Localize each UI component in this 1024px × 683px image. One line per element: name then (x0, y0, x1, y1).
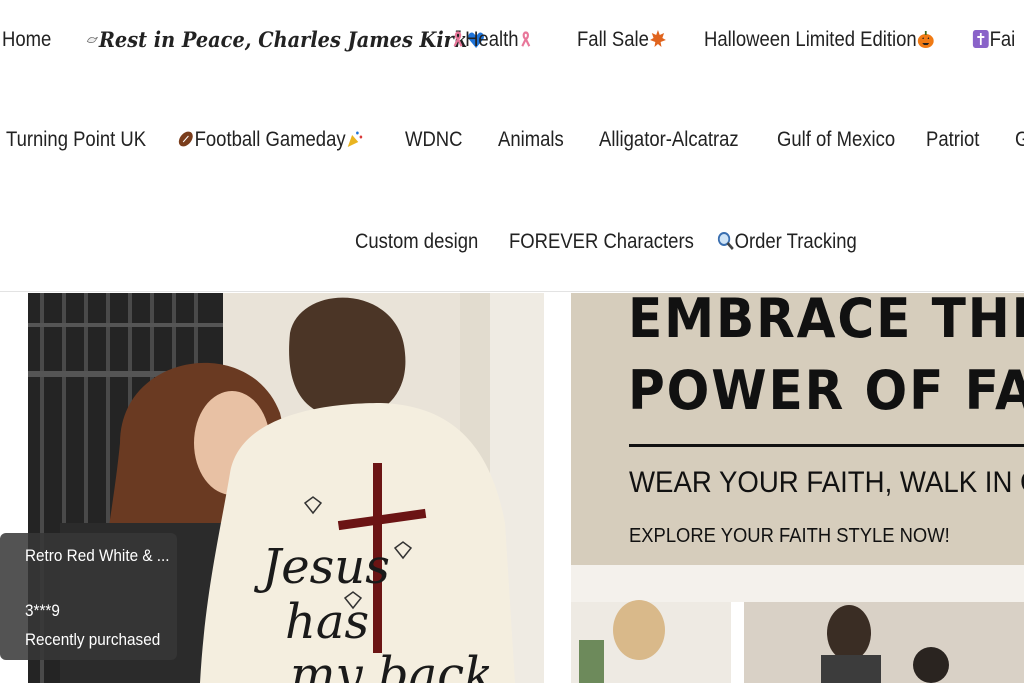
banner-subline: WEAR YOUR FAITH, WALK IN GR (629, 466, 1024, 499)
dove-icon (86, 36, 98, 43)
nav-halloween[interactable]: Halloween Limited Edition (704, 20, 934, 60)
pink-ribbon-icon (453, 31, 463, 47)
party-popper-icon (347, 131, 362, 147)
nav-patriot[interactable]: Patriot (926, 120, 979, 160)
hero-banner-embrace-faith[interactable]: EMBRACE THE POWER OF FAIT WEAR YOUR FAIT… (571, 293, 1024, 683)
pumpkin-icon (917, 31, 934, 48)
nav-row-2: Turning Point UK Football Gameday WDNC A… (0, 120, 1024, 160)
nav-alligator-alcatraz[interactable]: Alligator-Alcatraz (599, 120, 739, 160)
nav-gulf-of-mexico[interactable]: Gulf of Mexico (777, 120, 895, 160)
nav-rest-in-peace[interactable]: Rest in Peace, Charles James Kirk (86, 20, 486, 60)
explore-faith-style-link[interactable]: EXPLORE YOUR FAITH STYLE NOW! (629, 525, 950, 548)
headline-rule (629, 444, 1024, 447)
nav-fall-sale[interactable]: Fall Sale (577, 20, 666, 60)
popup-product-title[interactable]: Retro Red White & ... (25, 546, 170, 566)
popup-status: Recently purchased (25, 630, 161, 649)
nav-row-3: Custom design FOREVER Characters Order T… (0, 222, 1024, 262)
nav-order-tracking-label: Order Tracking (734, 230, 857, 253)
header-divider (0, 291, 1024, 292)
banner-photo-strip (571, 565, 1024, 683)
nav-rest-in-peace-label: Rest in Peace, Charles James Kirk (98, 27, 468, 52)
pink-ribbon-icon (521, 31, 530, 47)
nav-health-label: Health (465, 28, 519, 51)
nav-faith-label: Fai (989, 28, 1016, 51)
cross-icon (972, 30, 989, 48)
headline-line-2: POWER OF FAIT (628, 359, 1024, 422)
nav-custom-design[interactable]: Custom design (355, 222, 478, 262)
nav-forever-characters[interactable]: FOREVER Characters (509, 222, 694, 262)
magnifier-icon (717, 232, 734, 251)
nav-order-tracking[interactable]: Order Tracking (717, 222, 857, 262)
headline-line-1: EMBRACE THE (628, 293, 1024, 350)
nav-fall-sale-label: Fall Sale (577, 28, 649, 51)
maple-leaf-icon (649, 30, 666, 47)
nav-truncated-g[interactable]: G (1015, 120, 1024, 160)
nav-wdnc[interactable]: WDNC (405, 120, 462, 160)
nav-football-gameday-label: Football Gameday (194, 128, 346, 151)
nav-row-1: Home Rest in Peace, Charles James Kirk H… (0, 20, 1024, 60)
banner-photo-strip-image (571, 600, 1024, 683)
shirt-text-line-1: Jesus (253, 539, 390, 595)
nav-faith[interactable]: Fai (972, 20, 1015, 60)
nav-health[interactable]: Health (451, 20, 533, 60)
nav-halloween-label: Halloween Limited Edition (704, 28, 917, 51)
nav-turning-point-uk[interactable]: Turning Point UK (6, 120, 146, 160)
nav-home[interactable]: Home (2, 20, 51, 60)
nav-football-gameday[interactable]: Football Gameday (177, 120, 363, 160)
shirt-text-line-3: my back (290, 647, 493, 683)
popup-buyer: 3***9 (25, 601, 60, 620)
nav-animals[interactable]: Animals (498, 120, 564, 160)
recent-purchase-popup[interactable]: Retro Red White & ... 3***9 Recently pur… (0, 533, 177, 660)
football-icon (178, 131, 193, 147)
